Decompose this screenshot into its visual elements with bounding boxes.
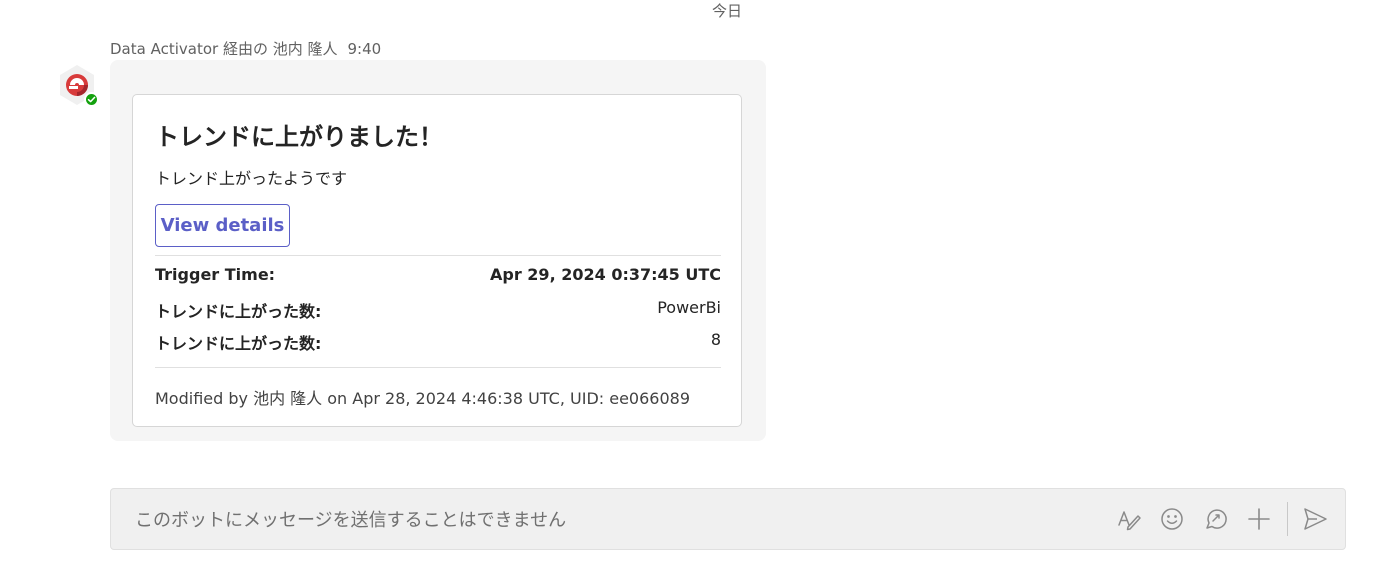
message-meta: Data Activator 経由の 池内 隆人 9:40 bbox=[110, 38, 381, 59]
compose-box bbox=[110, 488, 1346, 551]
fact-value: PowerBi bbox=[657, 298, 721, 317]
fact-row-trend-name: トレンドに上がった数: PowerBi bbox=[155, 298, 721, 321]
compose-divider bbox=[1287, 502, 1288, 536]
fact-key: Trigger Time: bbox=[155, 265, 276, 284]
card-subtitle: トレンド上がったようです bbox=[155, 169, 348, 188]
card-divider bbox=[155, 367, 721, 368]
emoji-icon[interactable] bbox=[1159, 506, 1185, 532]
fact-row-trigger-time: Trigger Time: Apr 29, 2024 0:37:45 UTC bbox=[155, 265, 721, 287]
fact-key: トレンドに上がった数: bbox=[155, 334, 322, 353]
fact-value: Apr 29, 2024 0:37:45 UTC bbox=[490, 265, 721, 284]
message-bubble: トレンドに上がりました！ トレンド上がったようです View details T… bbox=[110, 60, 766, 441]
fact-value: 8 bbox=[710, 330, 721, 349]
loop-icon[interactable] bbox=[1203, 506, 1229, 532]
card-title: トレンドに上がりました！ bbox=[155, 123, 443, 151]
compose-input[interactable] bbox=[133, 489, 1037, 551]
message-time: 9:40 bbox=[347, 40, 382, 58]
presence-available-icon bbox=[84, 92, 99, 107]
adaptive-card: トレンドに上がりました！ トレンド上がったようです View details T… bbox=[132, 94, 742, 427]
fact-key: トレンドに上がった数: bbox=[155, 302, 322, 321]
date-divider: 今日 bbox=[712, 2, 743, 20]
format-icon[interactable] bbox=[1116, 506, 1142, 532]
view-details-button[interactable]: View details bbox=[155, 204, 290, 247]
plus-icon[interactable] bbox=[1246, 506, 1272, 532]
fact-row-trend-count: トレンドに上がった数: 8 bbox=[155, 330, 721, 353]
card-footer: Modified by 池内 隆人 on Apr 28, 2024 4:46:3… bbox=[155, 389, 691, 408]
sender-name: Data Activator 経由の 池内 隆人 bbox=[110, 40, 338, 58]
send-icon[interactable] bbox=[1302, 506, 1328, 532]
card-divider bbox=[155, 255, 721, 256]
